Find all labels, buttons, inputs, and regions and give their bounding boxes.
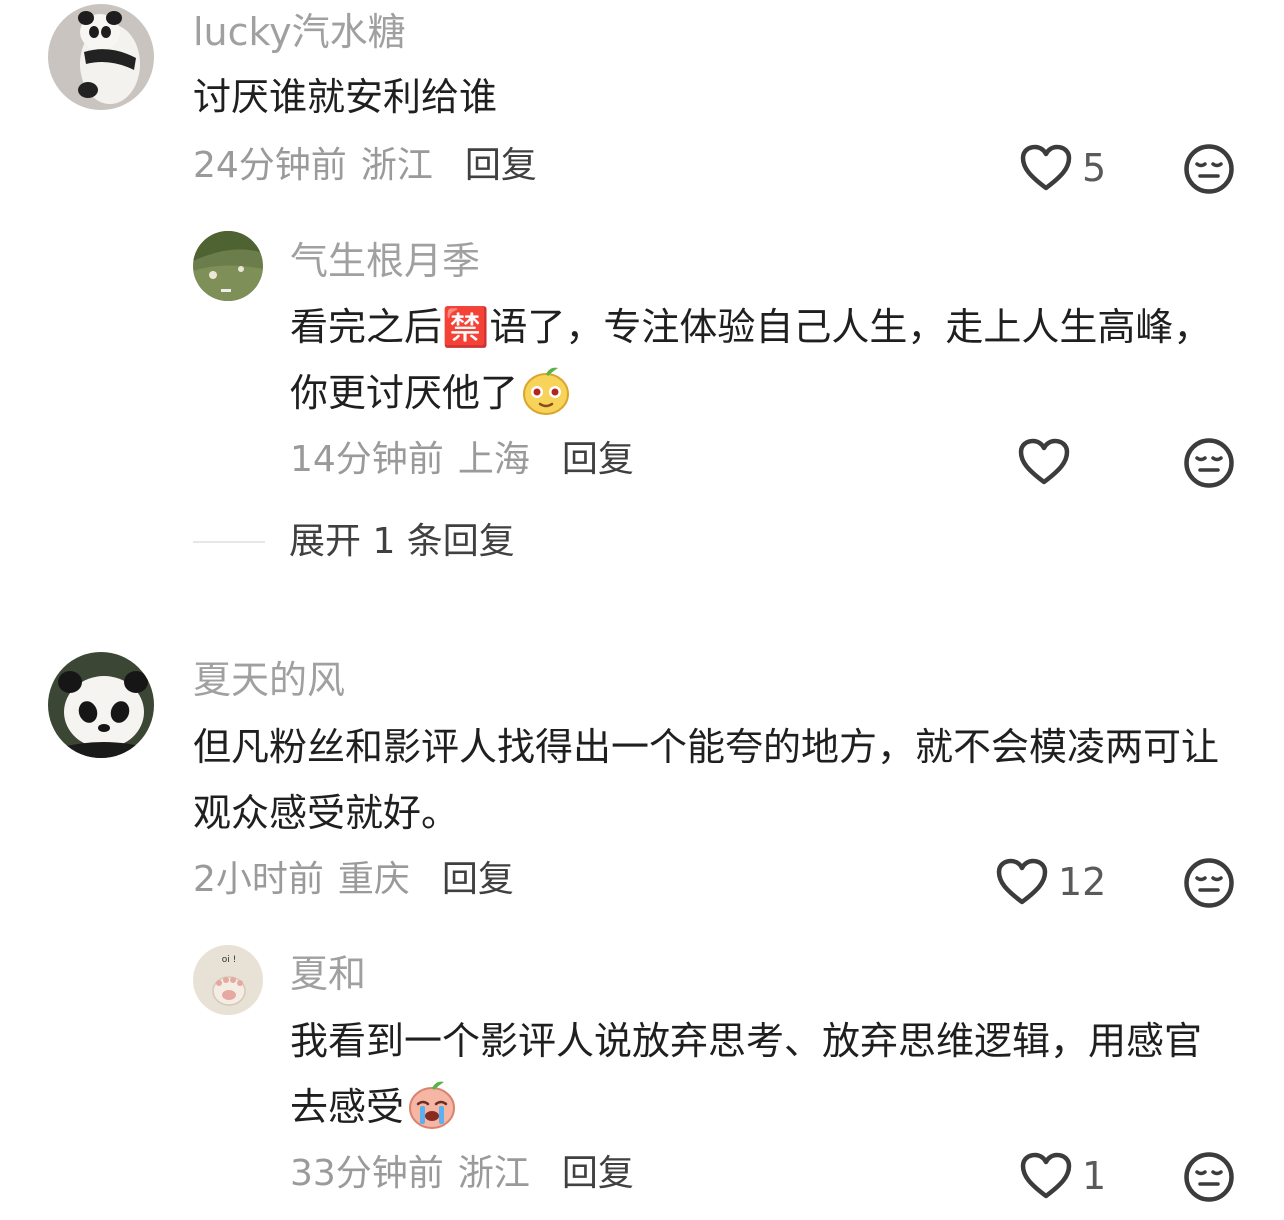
reply-location: 浙江 [457, 1153, 530, 1194]
like-button[interactable]: 5 [1020, 144, 1106, 192]
comment-text: 但凡粉丝和影评人找得出一个能夸的地方，就不会模凌两可让观众感受就好。 [193, 725, 1220, 835]
like-button[interactable]: 1 [1020, 1152, 1106, 1200]
comment-time: 24分钟前 [193, 145, 347, 186]
comment-location: 重庆 [337, 859, 410, 900]
meh-face-icon[interactable] [1183, 857, 1235, 909]
panda-avatar-icon [48, 652, 154, 758]
avatar[interactable] [193, 231, 263, 301]
like-count: 5 [1082, 146, 1107, 190]
meh-face-icon[interactable] [1183, 437, 1235, 489]
comment-username[interactable]: 夏天的风 [193, 656, 345, 704]
comment-username[interactable]: lucky汽水糖 [193, 8, 406, 56]
green-hillside-avatar-icon [193, 231, 263, 301]
panda-cub-avatar-icon [48, 4, 154, 110]
reply-button[interactable]: 回复 [562, 437, 634, 483]
meh-face-icon[interactable] [1183, 143, 1235, 195]
reply-username[interactable]: 气生根月季 [290, 237, 480, 285]
like-button[interactable] [1018, 438, 1080, 486]
comment-text: 讨厌谁就安利给谁 [193, 75, 498, 119]
comment-location: 浙江 [360, 145, 433, 186]
comment-time: 2小时前 [193, 859, 324, 900]
heart-icon [1018, 438, 1070, 486]
reply-button[interactable]: 回复 [442, 857, 514, 903]
cat-paw-avatar-icon: oi ! [193, 945, 263, 1015]
reply-button[interactable]: 回复 [465, 143, 537, 189]
reply-text: 看完之后🈲语了，专注体验自己人生，走上人生高峰，你更讨厌他了 [290, 294, 1220, 426]
crying-peach-emoji-icon [409, 1081, 456, 1129]
heart-icon [1020, 144, 1072, 192]
avatar[interactable]: oi ! [193, 945, 263, 1015]
reply-button[interactable]: 回复 [562, 1151, 634, 1197]
reply-text-content: 看完之后🈲语了，专注体验自己人生，走上人生高峰，你更讨厌他了 [290, 305, 1212, 415]
expand-replies-button[interactable]: 展开 1 条回复 [193, 519, 515, 565]
heart-icon [1020, 1152, 1072, 1200]
reply-time: 33分钟前 [290, 1153, 444, 1194]
avatar-text: oi ! [222, 955, 236, 965]
expand-replies-label: 展开 1 条回复 [289, 521, 515, 562]
reply-username[interactable]: 夏和 [290, 950, 366, 998]
reply-time: 14分钟前 [290, 439, 444, 480]
expand-divider [193, 541, 265, 543]
sly-mango-emoji-icon [523, 367, 570, 415]
like-count: 1 [1082, 1154, 1107, 1198]
like-button[interactable]: 12 [996, 858, 1106, 906]
avatar[interactable] [48, 652, 154, 758]
reply-text: 我看到一个影评人说放弃思考、放弃思维逻辑，用感官去感受 [290, 1008, 1220, 1140]
meh-face-icon[interactable] [1183, 1151, 1235, 1203]
heart-icon [996, 858, 1048, 906]
like-count: 12 [1058, 860, 1107, 904]
reply-location: 上海 [457, 439, 530, 480]
avatar[interactable] [48, 4, 154, 110]
